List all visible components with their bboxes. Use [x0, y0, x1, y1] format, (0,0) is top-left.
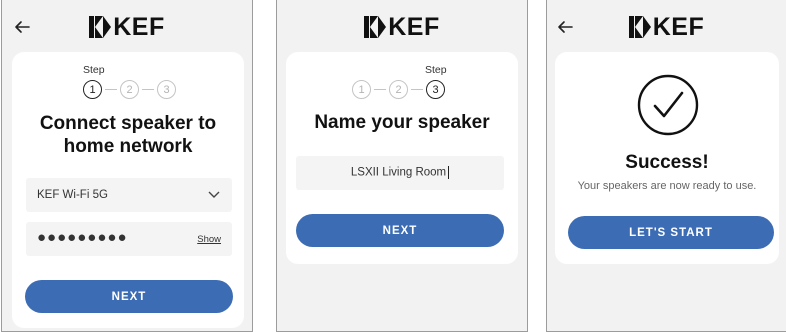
- next-button[interactable]: NEXT: [25, 280, 233, 313]
- step-2-indicator: 2: [389, 80, 408, 99]
- text-cursor: [448, 166, 450, 179]
- password-mask: ●●●●●●●●●: [37, 229, 128, 246]
- step-indicator: 1 2 3: [83, 80, 176, 99]
- step-separator: [374, 89, 386, 90]
- kef-logo: KEF: [547, 13, 786, 41]
- network-select[interactable]: KEF Wi-Fi 5G: [26, 178, 232, 212]
- lets-start-button[interactable]: LET'S START: [568, 216, 774, 249]
- success-title: Success!: [625, 152, 709, 173]
- kef-logo-mark-icon: [364, 16, 387, 38]
- brand-name: KEF: [652, 13, 705, 41]
- page-title: Connect speaker to home network: [12, 112, 244, 158]
- brand-name: KEF: [388, 13, 440, 41]
- page-title: Name your speaker: [314, 112, 490, 133]
- screen-connect-network: KEF Step 1 2 3 Connect speaker to home n…: [1, 0, 253, 332]
- password-field[interactable]: ●●●●●●●●● Show: [26, 222, 232, 256]
- success-card: Success! Your speakers are now ready to …: [555, 52, 779, 264]
- brand-name: KEF: [113, 13, 165, 41]
- chevron-down-icon: [208, 191, 220, 198]
- title-line-1: Connect speaker to: [39, 113, 217, 134]
- speaker-name-value: LSXII Living Room: [350, 166, 447, 179]
- kef-logo: KEF: [2, 13, 252, 41]
- step-3-indicator: 3: [426, 80, 445, 99]
- network-select-value: KEF Wi-Fi 5G: [37, 189, 108, 201]
- title-line-2: home network: [63, 136, 193, 157]
- step-3-indicator: 3: [157, 80, 176, 99]
- kef-logo: KEF: [277, 13, 527, 41]
- step-separator: [105, 89, 117, 90]
- step-2-indicator: 2: [120, 80, 139, 99]
- screen-success: KEF Success! Your speakers are now ready…: [546, 0, 786, 332]
- kef-logo-mark-icon: [628, 16, 651, 38]
- speaker-name-value-wrap: LSXII Living Room: [296, 166, 504, 179]
- step-separator: [411, 89, 423, 90]
- step-1-indicator: 1: [352, 80, 371, 99]
- step-label: Step: [425, 64, 447, 76]
- success-subtitle: Your speakers are now ready to use.: [577, 180, 757, 192]
- next-button[interactable]: NEXT: [296, 214, 504, 247]
- show-password-link[interactable]: Show: [197, 234, 221, 245]
- speaker-name-input[interactable]: LSXII Living Room: [296, 156, 504, 190]
- screen-name-speaker: KEF Step 1 2 3 Name your speaker LSXII L…: [276, 0, 528, 332]
- checkmark-circle-icon: [637, 74, 699, 136]
- setup-card: Step 1 2 3 Name your speaker LSXII Livin…: [286, 52, 518, 264]
- step-indicator: 1 2 3: [352, 80, 445, 99]
- setup-card: Step 1 2 3 Connect speaker to home netwo…: [12, 52, 244, 328]
- step-separator: [142, 89, 154, 90]
- kef-logo-mark-icon: [89, 16, 112, 38]
- step-1-indicator: 1: [83, 80, 102, 99]
- step-label: Step: [83, 64, 105, 76]
